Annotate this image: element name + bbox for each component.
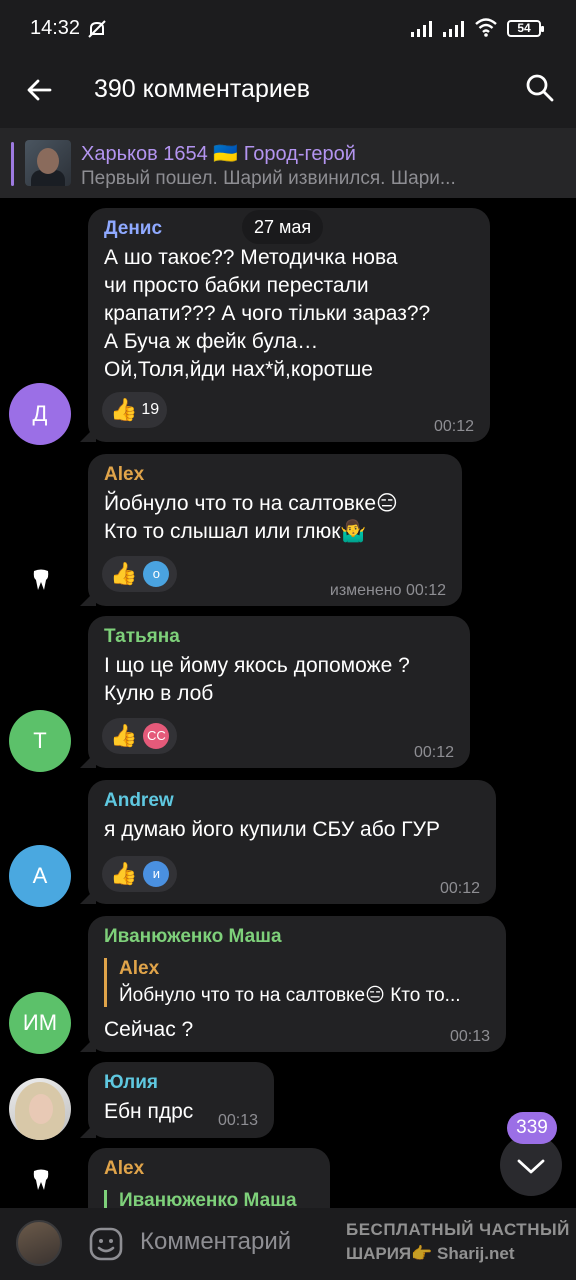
message-time: изменено 00:12 [329,582,446,599]
composer-bar: Комментарий БЕСПЛАТНЫЙ ЧАСТНЫЙ ШАРИЯ👉 Sh… [0,1208,576,1280]
reaction-avatar: и [143,861,170,887]
comment-input[interactable]: Комментарий [140,1228,291,1256]
message-bubble[interactable]: Татьяна І що це йому якось допоможе ? Ку… [80,616,470,768]
pinned-post[interactable]: Харьков 1654 🇺🇦 Город-герой Первый пошел… [0,128,576,198]
reply-quote[interactable]: Иванюженко Маша [104,1190,297,1208]
message-bubble[interactable]: Andrew я думаю його купили СБУ або ГУР 👍… [80,780,496,904]
watermark-line-2: ШАРИЯ👉 Sharij.net [346,1244,515,1263]
quote-text: Йобнуло что то на салтовке😑 Кто то... [119,985,461,1006]
message-author[interactable]: Alex [104,464,144,486]
emoji-icon[interactable] [88,1226,124,1262]
message-time: 00:13 [449,1028,490,1045]
message-author[interactable]: Юлия [104,1072,158,1094]
avatar[interactable]: Т [9,710,71,772]
message-text: А шо такоє?? Методичка нова чи просто ба… [104,246,431,381]
message-author[interactable]: Andrew [104,790,174,812]
reaction-chip[interactable]: 👍 о [102,556,178,592]
status-time: 14:32 [30,17,81,39]
send-as-avatar[interactable] [16,1220,62,1266]
back-arrow-icon[interactable] [24,74,56,106]
reaction-chip[interactable]: 👍 СС [102,718,178,754]
message-author[interactable]: Татьяна [104,626,180,648]
thumbs-up-icon: 👍 [110,861,138,886]
signal-icon-2 [443,21,464,37]
message-bubble[interactable]: Юлия Ебн пдрс 00:13 [80,1062,274,1138]
avatar[interactable]: А [9,845,71,907]
thumbs-up-icon: 👍 [110,723,138,748]
reaction-chip[interactable]: 👍 и [102,856,178,892]
message-time: 00:13 [217,1112,258,1129]
tooth-avatar-icon[interactable] [31,568,51,592]
comments-list[interactable]: Денис А шо такоє?? Методичка нова чи про… [0,198,576,1208]
pinned-title: Харьков 1654 🇺🇦 Город-герой [81,143,356,165]
watermark-line-1: БЕСПЛАТНЫЙ ЧАСТНЫЙ [346,1220,570,1239]
page-title: 390 комментариев [94,75,310,103]
message-bubble[interactable]: Иванюженко Маша Alex Йобнуло что то на с… [80,916,506,1052]
signal-icon [411,21,432,37]
app-header: 390 комментариев [0,58,576,128]
thumbs-up-icon: 👍 [110,561,138,586]
reaction-count: 19 [141,401,160,418]
quote-author: Иванюженко Маша [119,1190,297,1208]
avatar[interactable]: Д [9,383,71,445]
message-author[interactable]: Иванюженко Маша [104,926,282,948]
avatar[interactable]: ИМ [9,992,71,1054]
wifi-icon [475,18,497,37]
message-author[interactable]: Alex [104,1158,144,1180]
thumbs-up-icon: 👍 [110,397,138,422]
message-author[interactable]: Денис [104,218,162,240]
message-text: я думаю його купили СБУ або ГУР [104,818,440,841]
message-text: Ебн пдрс [104,1100,194,1123]
message-time: 00:12 [413,744,454,761]
message-bubble[interactable]: Alex Йобнуло что то на салтовке😑 Кто то … [80,454,462,606]
reaction-avatar: СС [143,723,170,749]
search-icon[interactable] [524,72,556,104]
pinned-subtitle: Первый пошел. Шарий извинился. Шари... [81,168,456,189]
pinned-indicator [11,142,14,186]
unread-count-badge: 339 [507,1112,557,1144]
status-bar: 14:32 54 [0,0,576,58]
date-pill: 27 мая [242,210,324,244]
reply-quote[interactable]: Alex Йобнуло что то на салтовке😑 Кто то.… [104,958,461,1007]
do-not-disturb-icon [88,20,106,38]
avatar-photo[interactable] [9,1078,71,1140]
message-bubble[interactable]: Alex Иванюженко Маша [88,1148,330,1208]
message-time: 00:12 [433,418,474,435]
reaction-chip[interactable]: 👍 19 [102,392,168,428]
battery-indicator: 54 [507,20,544,37]
message-time: 00:12 [439,880,480,897]
pinned-thumbnail [25,140,71,186]
message-text: Йобнуло что то на салтовке😑 Кто то слыша… [104,492,398,543]
message-text: Сейчас ? [104,1018,194,1041]
message-text: І що це йому якось допоможе ? Кулю в лоб [104,654,410,705]
quote-author: Alex [119,958,160,979]
tooth-avatar-icon[interactable] [31,1168,51,1192]
reaction-avatar: о [143,561,170,587]
